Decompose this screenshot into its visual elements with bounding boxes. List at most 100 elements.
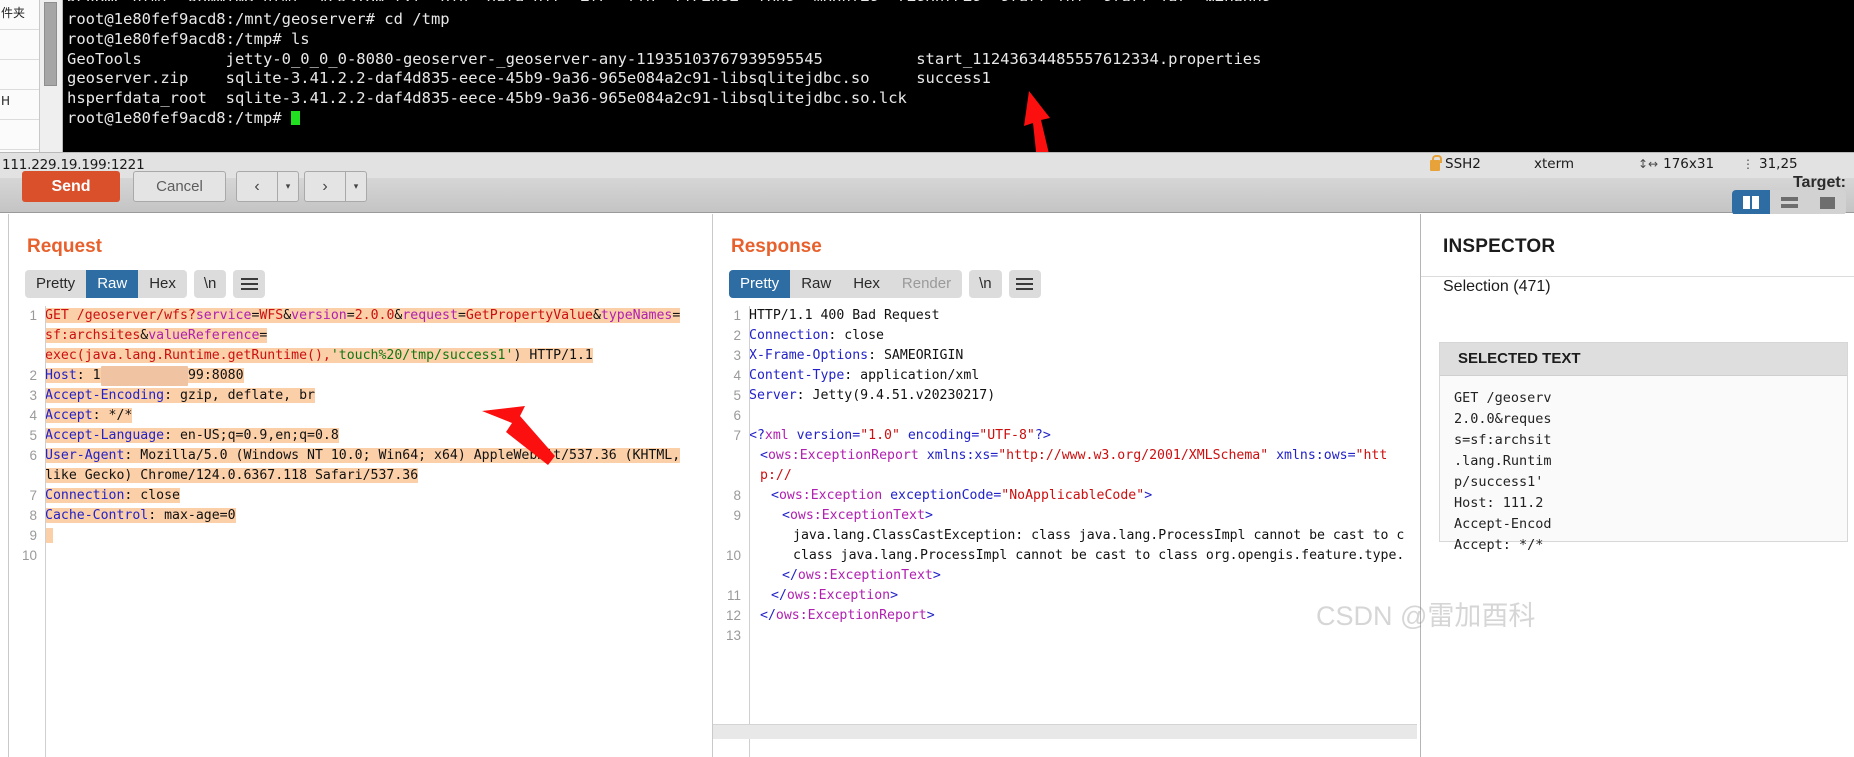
code-token: service: [195, 308, 252, 323]
terminal-line: geoserver.zip sqlite-3.41.2.2-daf4d835-e…: [67, 69, 991, 88]
line-number: 2: [29, 368, 37, 383]
response-horizontal-scrollbar[interactable]: [713, 724, 1417, 739]
line-number: 11: [726, 588, 741, 603]
code-token: class java.lang.ProcessImpl cannot be ca…: [793, 548, 1405, 563]
explorer-cell[interactable]: [0, 120, 39, 150]
line-number: 6: [29, 448, 37, 463]
chevron-down-icon[interactable]: ▾: [346, 172, 366, 201]
terminal-cursor: [290, 110, 300, 125]
newline-toggle-button[interactable]: \n: [969, 270, 1002, 298]
code-token: version: [291, 308, 347, 323]
code-token: ows:ExceptionReport: [775, 608, 927, 623]
explorer-cell[interactable]: H: [0, 90, 39, 120]
response-code-lines[interactable]: 1 HTTP/1.1 400 Bad Request 2 Connection: cl…: [713, 306, 1417, 646]
code-text: X-Frame-Options: SAMEORIGIN: [749, 346, 963, 366]
terminal-scrollbar[interactable]: [40, 0, 63, 152]
code-text: exec(java.lang.Runtime.getRuntime(),'tou…: [45, 346, 593, 366]
code-token: ows:ExceptionText: [797, 568, 933, 583]
terminal-line: root@1e80fef9acd8:/tmp# ls: [67, 29, 310, 48]
code-token: xml: [764, 428, 789, 443]
hamburger-icon[interactable]: [1008, 270, 1041, 298]
code-token: "http://www.w3.org/2001/XMLSchema": [998, 448, 1269, 463]
code-token: xmlns:xs=: [918, 448, 999, 463]
terminal-line: root@1e80fef9acd8:/mnt/geoserver# cd /tm…: [67, 10, 450, 28]
tab-raw[interactable]: Raw: [790, 270, 842, 298]
code-token: : close: [828, 328, 884, 343]
code-text: <ows:Exception exceptionCode="NoApplicab…: [749, 486, 1152, 506]
prev-request-button[interactable]: ‹ ▾: [236, 171, 299, 202]
ssh-protocol-label: SSH2: [1445, 156, 1481, 172]
tab-hex[interactable]: Hex: [842, 270, 891, 298]
code-token: Server: [749, 388, 797, 403]
code-token: <: [782, 508, 790, 523]
code-line: 12 </ows:ExceptionReport>: [713, 606, 1417, 626]
code-token: &: [283, 308, 292, 323]
code-token: =: [672, 308, 681, 323]
tab-raw[interactable]: Raw: [86, 270, 139, 298]
code-text: HTTP/1.1 400 Bad Request: [749, 306, 940, 326]
resize-icon: ↕↔: [1638, 157, 1659, 171]
code-text: GET /geoserver/wfs?service=WFS&version=2…: [45, 306, 681, 326]
response-tabbar: Pretty Raw Hex Render \n: [713, 258, 1417, 298]
selected-text-header[interactable]: SELECTED TEXT: [1440, 343, 1847, 376]
code-line: 9: [9, 526, 710, 546]
request-tabbar: Pretty Raw Hex \n: [9, 258, 710, 298]
screen-root: 件夹 H README.html RUNNING.html VERSION.tx…: [0, 0, 1854, 757]
code-line: 4 Accept: */*: [9, 406, 710, 426]
code-token: encoding=: [899, 428, 980, 443]
newline-toggle-button[interactable]: \n: [193, 270, 227, 298]
terminal-line: GeoTools jetty-0_0_0_0-8080-geoserver-_g…: [67, 49, 1262, 68]
code-line: 7 Connection: close: [9, 486, 710, 506]
cancel-button[interactable]: Cancel: [133, 171, 226, 202]
terminal-prompt: root@1e80fef9acd8:/tmp#: [67, 108, 291, 127]
terminal-line: README.html RUNNING.html VERSION.txt bin…: [67, 0, 1854, 1]
code-text: </ows:ExceptionText>: [749, 566, 941, 586]
line-number: 1: [29, 308, 37, 323]
explorer-cell[interactable]: [0, 30, 39, 60]
code-token: : max-age=0: [148, 508, 236, 523]
tab-pretty[interactable]: Pretty: [25, 270, 86, 298]
terminal-scrollbar-thumb[interactable]: [44, 2, 57, 86]
tab-hex[interactable]: Hex: [138, 270, 187, 298]
code-token: valueReference: [148, 328, 260, 343]
request-code-lines[interactable]: 1 GET /geoserver/wfs?service=WFS&version=…: [9, 306, 710, 566]
code-line: 5 Accept-Language: en-US;q=0.9,en;q=0.8: [9, 426, 710, 446]
repeater-toolbar: Send Cancel ‹ ▾ › ▾ Target:: [0, 171, 1854, 213]
split-vertical-icon[interactable]: [1732, 190, 1770, 215]
code-token: : SAMEORIGIN: [868, 348, 964, 363]
response-view-tabs: Pretty Raw Hex Render: [729, 270, 963, 298]
code-token: 99:8080: [187, 368, 244, 383]
code-text: Server: Jetty(9.4.51.v20230217): [749, 386, 995, 406]
line-number: 9: [733, 508, 741, 523]
next-request-button[interactable]: › ▾: [304, 171, 367, 202]
explorer-cell[interactable]: [0, 60, 39, 90]
line-number: 8: [733, 488, 741, 503]
code-token: [45, 528, 53, 543]
code-line: 3 X-Frame-Options: SAMEORIGIN: [713, 346, 1417, 366]
send-button[interactable]: Send: [22, 171, 120, 202]
single-pane-icon[interactable]: [1808, 190, 1846, 215]
request-body[interactable]: 1 GET /geoserver/wfs?service=WFS&version=…: [9, 306, 710, 757]
tab-pretty[interactable]: Pretty: [729, 270, 791, 298]
line-number: 12: [725, 608, 741, 623]
ssh-termtype-item: xterm: [1534, 156, 1638, 172]
code-text: Cache-Control: max-age=0: [45, 506, 236, 526]
divider: [1421, 276, 1854, 277]
code-token: 2.0.0: [354, 308, 395, 323]
split-horizontal-icon[interactable]: [1770, 190, 1808, 215]
code-text: Host: 111.229.19.199:8080: [45, 366, 244, 386]
explorer-sidebar-strip[interactable]: 件夹 H: [0, 0, 40, 152]
terminal-output[interactable]: README.html RUNNING.html VERSION.txt bin…: [63, 0, 1854, 152]
code-token: Cache-Control: [45, 508, 149, 523]
code-token: &: [592, 308, 601, 323]
code-text: <?xml version="1.0" encoding="UTF-8"?>: [749, 426, 1051, 446]
code-line: 2 Host: 111.229.19.199:8080: [9, 366, 710, 386]
hamburger-icon[interactable]: [233, 270, 266, 298]
line-number: 10: [725, 548, 741, 563]
response-body[interactable]: 1 HTTP/1.1 400 Bad Request 2 Connection: cl…: [713, 306, 1417, 757]
explorer-cell[interactable]: 件夹: [0, 0, 39, 30]
code-line: 7 <?xml version="1.0" encoding="UTF-8"?>: [713, 426, 1417, 446]
line-number: 10: [21, 548, 37, 563]
chevron-down-icon[interactable]: ▾: [278, 172, 298, 201]
code-line: java.lang.ClassCastException: class java…: [713, 526, 1417, 546]
